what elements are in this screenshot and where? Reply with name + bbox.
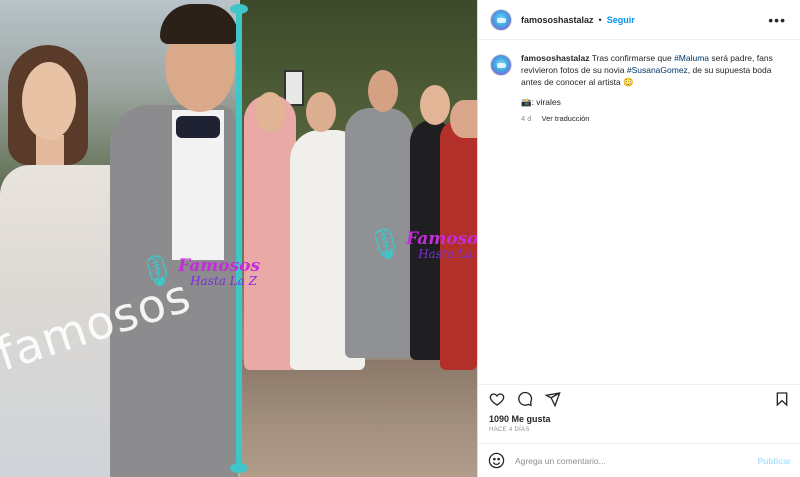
follow-button[interactable]: Seguir [607,15,635,25]
separator-dot: • [598,14,602,25]
watermark-logo-subtitle: Hasta La Z [190,273,257,288]
share-icon[interactable] [544,390,562,408]
microphone-icon: 🎙 [366,227,405,262]
watermark-logo-right: 🎙 Famosos Hasta La Z [366,230,477,260]
caption-meta: 4 d Ver traducción [521,113,786,125]
guest-red-face [450,100,477,138]
divider-cap-top [230,4,248,14]
watermark-logo-title: Famosos [406,228,477,249]
group-bride-face [306,92,336,132]
post-side-panel: famososhastalaz • Seguir ••• famososhast… [477,0,800,477]
caption-text: Tras confirmarse que [589,53,675,63]
guest-pink-dress [244,95,296,370]
post-caption: famososhastalaz Tras confirmarse que #Ma… [478,40,800,125]
action-bar [478,384,800,408]
see-translation-link[interactable]: Ver traducción [542,114,590,123]
divider-cap-bottom [230,463,248,473]
post-header: famososhastalaz • Seguir ••• [478,0,800,40]
guest-pink-face [255,92,285,132]
guest-black-face [420,85,450,125]
avatar[interactable] [490,8,512,31]
groom-bowtie [176,116,220,138]
bookmark-icon[interactable] [773,390,791,408]
post-image[interactable]: 🎙 Famosos Hasta La Z 🎙 Famosos Hasta La … [0,0,477,477]
caption-avatar[interactable] [490,54,512,76]
publish-button[interactable]: Publicar [757,456,791,466]
caption-username-link[interactable]: famososhastalaz [521,53,590,63]
caption-credit: 📸: virales [521,97,561,107]
comment-icon[interactable] [516,390,534,408]
heart-icon[interactable] [488,390,506,408]
time-ago: 4 d [521,114,532,123]
watermark-logo-title: Famosos [178,255,261,276]
brick-ground [240,360,477,477]
comment-input[interactable] [515,455,735,466]
hashtag-link[interactable]: #SusanaGomez [627,65,688,75]
emoji-icon[interactable] [488,452,506,470]
watermark-logo-subtitle: Hasta La Z [418,246,477,261]
caption-body: famososhastalaz Tras confirmarse que #Ma… [521,52,786,125]
bride-face [22,62,76,140]
username-link[interactable]: famososhastalaz [521,15,594,25]
comment-bar: Publicar [478,443,800,477]
hashtag-link[interactable]: #Maluma [674,53,709,63]
photo-divider [236,8,242,470]
likes-count[interactable]: 1090 Me gusta [489,414,551,424]
post-date[interactable]: HACE 4 DÍAS [489,427,530,433]
more-options-icon[interactable]: ••• [768,13,786,27]
group-groom-face [368,70,398,112]
